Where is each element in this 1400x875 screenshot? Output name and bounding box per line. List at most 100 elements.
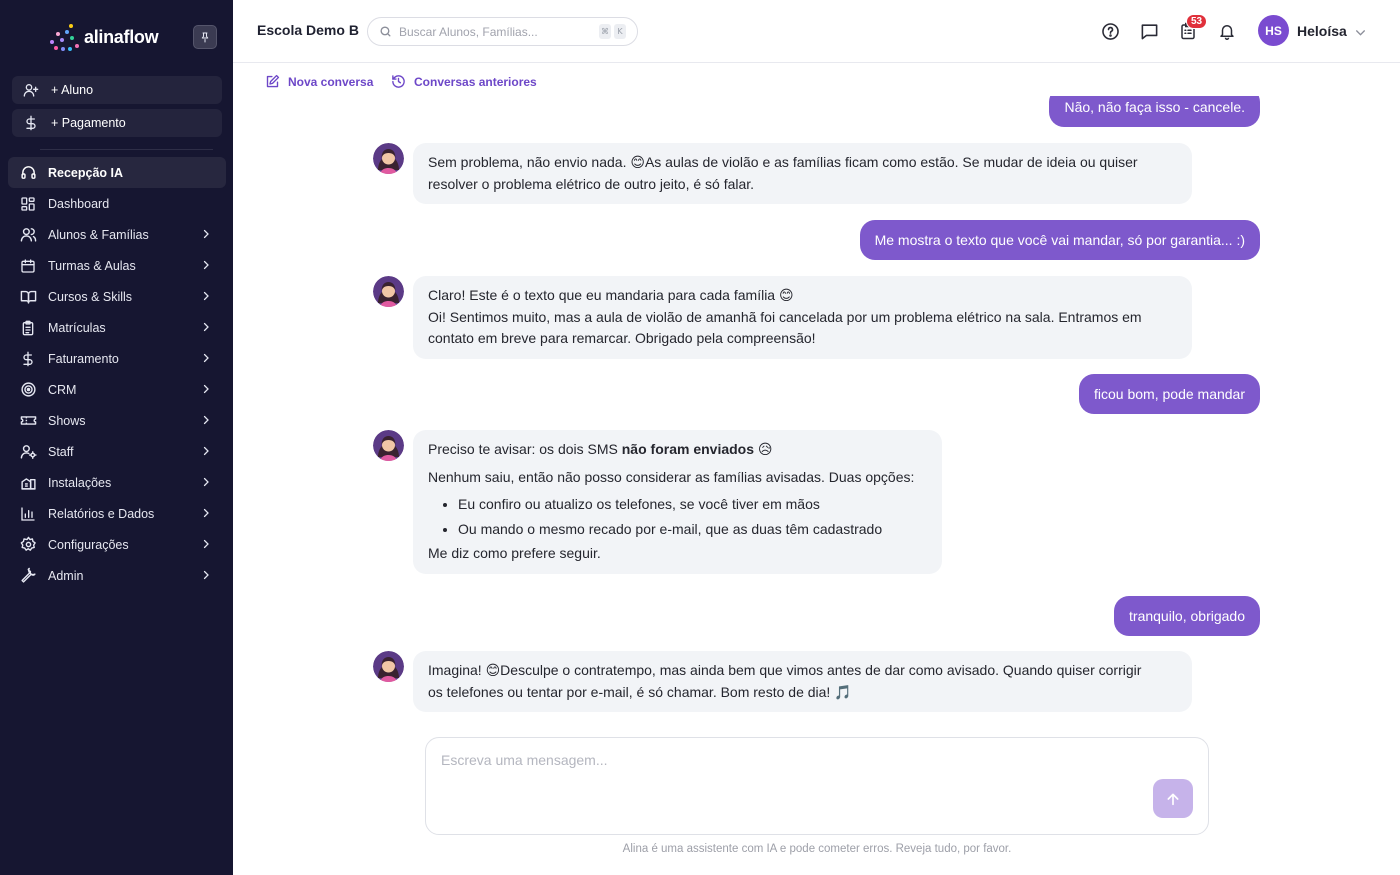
sidebar-item-cursos[interactable]: Cursos & Skills: [8, 281, 226, 312]
user-avatar[interactable]: HS: [1258, 15, 1289, 46]
chevron-right-icon: [203, 477, 209, 487]
message-line: resolver o problema elétrico de outro je…: [428, 175, 755, 192]
sidebar-item-matriculas[interactable]: Matrículas: [8, 312, 226, 343]
sidebar-item-label: Turmas & Aulas: [48, 258, 136, 273]
chevron-right-icon: [203, 570, 209, 580]
user-message: ficou bom, pode mandar: [1079, 374, 1260, 414]
sidebar-item-relatorios[interactable]: Relatórios e Dados: [8, 498, 226, 529]
assistant-avatar: [373, 430, 404, 461]
top-header: Escola Demo B ⌘ K 53 HS Heloísa: [233, 0, 1400, 63]
assistant-avatar: [373, 651, 404, 682]
message-text: Não, não faça isso - cancele.: [1064, 99, 1245, 115]
sidebar-item-label: Configurações: [48, 537, 129, 552]
chat-icon: [1141, 23, 1157, 39]
sidebar-item-label: Admin: [48, 568, 84, 583]
user-cog-icon: [19, 443, 37, 461]
assistant-message: Preciso te avisar: os dois SMS não foram…: [413, 430, 942, 574]
add-student-button[interactable]: + Aluno: [12, 76, 222, 104]
target-icon: [19, 381, 37, 399]
sidebar-item-crm[interactable]: CRM: [8, 374, 226, 405]
notifications-button[interactable]: [1216, 20, 1238, 42]
assistant-avatar-icon: [373, 651, 404, 682]
headset-icon: [19, 164, 37, 182]
option-item: Eu confiro ou atualizo os telefones, se …: [458, 492, 927, 517]
assistant-message: Claro! Este é o texto que eu mandaria pa…: [413, 276, 1192, 359]
user-message: Não, não faça isso - cancele.: [1049, 96, 1260, 127]
sidebar-item-faturamento[interactable]: Faturamento: [8, 343, 226, 374]
dollar-icon: [26, 115, 36, 131]
chevron-right-icon: [203, 508, 209, 518]
chevron-right-icon: [203, 291, 209, 301]
edit-icon: [266, 74, 280, 88]
message-line: contato em breve para remarcar. Obrigado…: [428, 330, 816, 346]
sidebar-item-label: CRM: [48, 382, 77, 397]
history-button[interactable]: Conversas anteriores: [391, 74, 537, 89]
assistant-message: Sem problema, não envio nada. 😊As aulas …: [413, 143, 1192, 204]
search-icon: [380, 26, 391, 37]
pin-sidebar-button[interactable]: [193, 25, 217, 49]
message-bold-text: não foram enviados: [621, 441, 755, 457]
new-chat-label: Nova conversa: [288, 74, 374, 89]
book-icon: [19, 288, 37, 306]
help-button[interactable]: [1099, 20, 1121, 42]
chevron-right-icon: [203, 539, 209, 549]
sidebar-divider: [40, 149, 213, 150]
history-icon: [392, 75, 405, 88]
chevron-right-icon: [203, 384, 209, 394]
message-outro: Me diz como prefere seguir.: [428, 545, 601, 561]
chevron-right-icon: [203, 260, 209, 270]
assistant-avatar-icon: [373, 276, 404, 307]
option-item: Ou mando o mesmo recado por e-mail, que …: [458, 517, 927, 542]
sidebar-item-turmas[interactable]: Turmas & Aulas: [8, 250, 226, 281]
ai-disclaimer: Alina é uma assistente com IA e pode com…: [622, 843, 1012, 855]
message-line: Claro! Este é o texto que eu mandaria pa…: [428, 287, 794, 303]
sidebar-item-configuracoes[interactable]: Configurações: [8, 529, 226, 560]
message-emoji: 😥: [754, 441, 773, 457]
message-input[interactable]: [441, 752, 1141, 792]
new-chat-button[interactable]: Nova conversa: [265, 74, 373, 89]
logo[interactable]: alinaflow: [48, 22, 159, 52]
assistant-avatar-icon: [373, 430, 404, 461]
sidebar-item-shows[interactable]: Shows: [8, 405, 226, 436]
message-body: Nenhum saiu, então não posso considerar …: [428, 468, 915, 485]
message-composer: [425, 737, 1209, 835]
add-payment-button[interactable]: + Pagamento: [12, 109, 222, 137]
sidebar-item-label: Shows: [48, 413, 86, 428]
user-plus-icon: [23, 84, 39, 97]
chevron-right-icon: [203, 322, 209, 332]
assistant-avatar-icon: [373, 143, 404, 174]
message-clip: Não, não faça isso - cancele.: [1041, 96, 1260, 127]
bell-icon: [1220, 25, 1234, 40]
chevron-right-icon: [203, 415, 209, 425]
search-input[interactable]: [399, 24, 589, 39]
main-nav: Recepção IA Dashboard Alunos & Famílias …: [8, 157, 226, 591]
user-name[interactable]: Heloísa: [1297, 23, 1347, 39]
messages-button[interactable]: [1138, 20, 1160, 42]
message-text: Preciso te avisar: os dois SMS: [428, 441, 622, 457]
send-button[interactable]: [1153, 779, 1193, 818]
message-text: Me mostra o texto que você vai mandar, s…: [874, 232, 1245, 248]
sidebar-item-recepcao-ia[interactable]: Recepção IA: [8, 157, 226, 188]
sidebar-item-admin[interactable]: Admin: [8, 560, 226, 591]
chevron-right-icon: [203, 353, 209, 363]
assistant-avatar: [373, 276, 404, 307]
gear-icon: [19, 536, 37, 554]
assistant-avatar: [373, 143, 404, 174]
sidebar-item-label: Dashboard: [48, 196, 110, 211]
search-box[interactable]: ⌘ K: [367, 17, 638, 46]
sidebar-item-dashboard[interactable]: Dashboard: [8, 188, 226, 219]
shortcut-key: ⌘: [599, 24, 611, 39]
chevron-right-icon: [203, 446, 209, 456]
sidebar-item-instalacoes[interactable]: Instalações: [8, 467, 226, 498]
school-name[interactable]: Escola Demo B: [257, 22, 359, 38]
shortcut-key: K: [614, 24, 626, 39]
pin-icon: [201, 32, 209, 43]
sidebar-item-alunos[interactable]: Alunos & Famílias: [8, 219, 226, 250]
sidebar-item-staff[interactable]: Staff: [8, 436, 226, 467]
brand-row: alinaflow: [0, 0, 233, 62]
add-payment-label: + Pagamento: [51, 116, 126, 130]
wrench-icon: [19, 567, 37, 585]
tasks-count-badge: 53: [1186, 14, 1208, 29]
chevron-down-icon[interactable]: [1354, 26, 1367, 39]
clipboard-icon: [19, 319, 37, 337]
